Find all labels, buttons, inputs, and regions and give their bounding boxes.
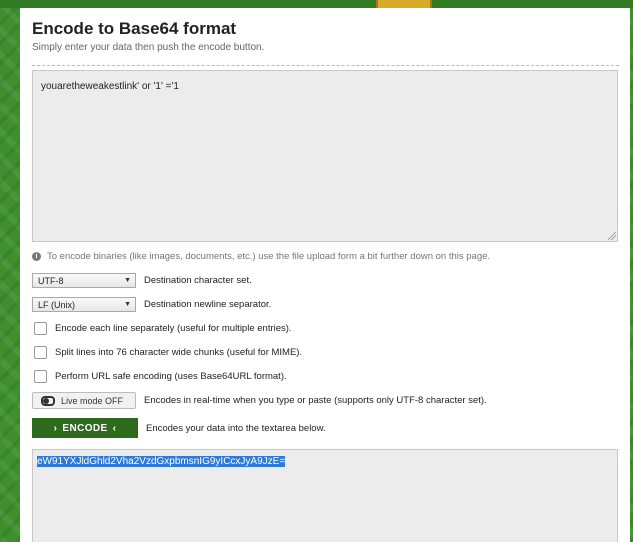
charset-row: UTF-8 ▼ Destination character set. [32,273,252,288]
encoder-card: Encode to Base64 format Simply enter you… [20,8,630,542]
encode-button-label: ENCODE [62,422,108,434]
charset-label: Destination character set. [144,275,252,286]
charset-selected: UTF-8 [38,275,64,286]
info-note: i To encode binaries (like images, docum… [32,251,490,262]
newline-row: LF (Unix) ▼ Destination newline separato… [32,297,271,312]
encode-row: › ENCODE ‹ Encodes your data into the te… [32,418,326,438]
encode-label: Encodes your data into the textarea belo… [146,422,326,434]
chevron-down-icon: ▼ [124,301,131,308]
each-line-checkbox[interactable] [34,322,47,335]
live-mode-row: Live mode OFF Encodes in real-time when … [32,392,487,409]
info-icon: i [32,252,41,261]
info-text: To encode binaries (like images, documen… [47,251,491,262]
page-title: Encode to Base64 format [32,19,237,38]
live-mode-button-label: Live mode OFF [61,395,124,406]
each-line-label: Encode each line separately (useful for … [55,323,292,334]
top-strip [0,0,633,8]
top-banner-ad[interactable] [376,0,432,8]
output-value[interactable]: eW91YXJldGhld2Vha2VzdGxpbmsnIG9yICcxJyA9… [37,456,286,467]
divider [32,65,619,66]
page-subtitle: Simply enter your data then push the enc… [32,42,265,53]
chevron-right-icon: › [53,422,58,434]
each-line-row: Encode each line separately (useful for … [32,322,292,335]
output-textarea[interactable]: eW91YXJldGhld2Vha2VzdGxpbmsnIG9yICcxJyA9… [32,449,618,542]
split-lines-checkbox[interactable] [34,346,47,359]
resize-handle[interactable] [608,232,616,240]
live-mode-label: Encodes in real-time when you type or pa… [144,395,487,406]
chevron-left-icon: ‹ [112,422,117,434]
toggle-icon [41,395,55,406]
newline-select[interactable]: LF (Unix) ▼ [32,297,136,312]
newline-selected: LF (Unix) [38,299,76,310]
input-value: youaretheweakestlink' or '1' ='1 [41,81,179,92]
charset-select[interactable]: UTF-8 ▼ [32,273,136,288]
url-safe-row: Perform URL safe encoding (uses Base64UR… [32,370,287,383]
input-textarea[interactable]: youaretheweakestlink' or '1' ='1 [32,70,618,242]
newline-label: Destination newline separator. [144,299,272,310]
url-safe-checkbox[interactable] [34,370,47,383]
encode-button[interactable]: › ENCODE ‹ [32,418,138,438]
split-lines-row: Split lines into 76 character wide chunk… [32,346,302,359]
split-lines-label: Split lines into 76 character wide chunk… [55,347,303,358]
url-safe-label: Perform URL safe encoding (uses Base64UR… [55,371,287,382]
chevron-down-icon: ▼ [124,277,131,284]
live-mode-toggle[interactable]: Live mode OFF [32,392,136,409]
